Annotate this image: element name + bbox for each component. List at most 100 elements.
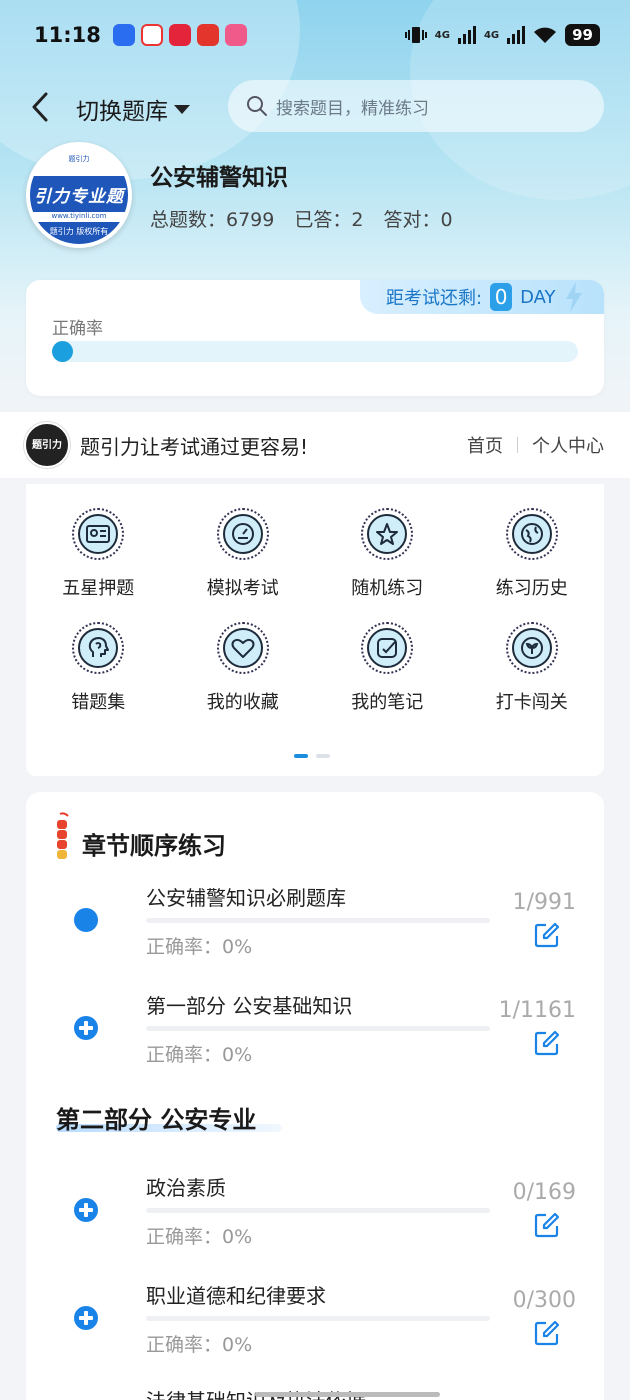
pager-dot-active[interactable] — [294, 754, 308, 758]
speedometer-icon — [222, 514, 263, 554]
edit-icon[interactable] — [534, 1212, 560, 1238]
signal-icon-2 — [507, 26, 526, 44]
bank-stats: 总题数：6799 已答：2 答对：0 — [150, 205, 453, 232]
logo-url: www.tiyinli.com — [51, 212, 107, 220]
brand-slogan: 题引力让考试通过更容易! — [80, 434, 309, 459]
feature-ring — [216, 508, 269, 560]
home-indicator[interactable] — [255, 1392, 440, 1397]
bank-title: 公安辅警知识 — [150, 165, 288, 191]
chapter-progress-bar — [146, 918, 490, 923]
edit-icon[interactable] — [534, 922, 560, 948]
battery-indicator: 99 — [565, 24, 600, 46]
feature-grid-card: 五星押题 模拟考试 随机练习 练习历史 错题集 我的收藏 我的笔记 打卡闯关 — [26, 484, 604, 776]
total-count: 总题数：6799 — [150, 209, 275, 231]
exam-countdown: 距考试还剩: 0 DAY — [360, 280, 604, 314]
grid-pager — [294, 754, 330, 758]
chapter-count: 0/300 — [512, 1288, 576, 1313]
countdown-label: 距考试还剩: — [386, 288, 483, 309]
profile-link[interactable]: 个人中心 — [532, 432, 604, 458]
chapter-name: 公安辅警知识必刷题库 — [146, 886, 346, 910]
chapter-accuracy: 正确率：0% — [146, 1226, 253, 1248]
feature-checkin[interactable]: 打卡闯关 — [460, 622, 605, 714]
switch-bank-label: 切换题库 — [76, 99, 168, 125]
edit-icon[interactable] — [534, 1320, 560, 1346]
feature-five-star[interactable]: 五星押题 — [26, 508, 171, 600]
chapter-title: 章节顺序练习 — [82, 832, 226, 860]
chapter-count: 0/169 — [512, 1180, 576, 1205]
feature-ring — [72, 508, 125, 560]
sprout-icon — [511, 628, 552, 668]
countdown-unit: DAY — [520, 286, 556, 308]
expand-plus-icon[interactable] — [74, 1306, 98, 1330]
app-icon-3 — [168, 24, 191, 46]
random-star-icon — [367, 514, 408, 554]
chapter-progress-bar — [146, 1208, 490, 1213]
accuracy-progress-track — [52, 341, 578, 362]
logo-header: 题引力 — [68, 155, 90, 163]
chapter-count: 1/991 — [512, 890, 576, 915]
feature-label: 模拟考试 — [206, 578, 279, 599]
edit-icon[interactable] — [534, 1030, 560, 1056]
chapter-name: 职业道德和纪律要求 — [146, 1284, 326, 1308]
feature-label: 我的笔记 — [351, 692, 424, 713]
feature-ring — [361, 508, 414, 560]
note-check-icon — [367, 628, 408, 668]
feature-ring — [72, 622, 125, 674]
status-time: 11:18 — [34, 23, 101, 47]
network-label-2: 4G — [483, 29, 500, 41]
feature-mock-exam[interactable]: 模拟考试 — [171, 508, 316, 600]
head-brain-icon — [78, 628, 119, 668]
chapter-progress-bar — [146, 1026, 490, 1031]
signal-icon-1 — [457, 26, 476, 44]
search-icon — [247, 96, 267, 116]
feature-label: 错题集 — [71, 692, 126, 713]
brand-links: 首页 个人中心 — [467, 432, 604, 458]
back-arrow-icon[interactable] — [28, 90, 52, 124]
chapter-accuracy: 正确率：0% — [146, 1044, 253, 1066]
feature-wrong-questions[interactable]: 错题集 — [26, 622, 171, 714]
search-input[interactable]: 搜索题目，精准练习 — [228, 80, 604, 132]
link-divider — [517, 437, 518, 453]
feature-notes[interactable]: 我的笔记 — [315, 622, 460, 714]
chapter-row[interactable]: 政治素质 正确率：0% 0/169 — [26, 1172, 604, 1272]
feature-ring — [505, 622, 558, 674]
expand-plus-icon[interactable] — [74, 1198, 98, 1222]
home-link[interactable]: 首页 — [467, 432, 503, 458]
brand-logo: 题引力 — [24, 422, 70, 468]
chapter-count: 1/1161 — [498, 998, 576, 1023]
chapter-row[interactable]: 职业道德和纪律要求 正确率：0% 0/300 — [26, 1280, 604, 1380]
globe-history-icon — [511, 514, 552, 554]
chapter-name: 政治素质 — [146, 1176, 226, 1200]
feature-grid: 五星押题 模拟考试 随机练习 练习历史 错题集 我的收藏 我的笔记 打卡闯关 — [26, 484, 604, 714]
id-card-icon — [78, 514, 119, 554]
brand-bar: 题引力 题引力让考试通过更容易! 首页 个人中心 — [0, 412, 630, 478]
chapter-row[interactable]: 公安辅警知识必刷题库 正确率：0% 1/991 — [26, 882, 604, 982]
logo-footer: 题引力 版权所有 — [30, 222, 128, 244]
wifi-icon — [534, 27, 557, 43]
feature-ring — [216, 622, 269, 674]
accuracy-card: 距考试还剩: 0 DAY 正确率 — [26, 280, 604, 396]
network-label-1: 4G — [434, 29, 450, 41]
feature-random-practice[interactable]: 随机练习 — [315, 508, 460, 600]
feature-label: 随机练习 — [351, 578, 424, 599]
app-icon-5 — [224, 24, 247, 46]
feature-history[interactable]: 练习历史 — [460, 508, 605, 600]
chapter-row[interactable]: 第一部分 公安基础知识 正确率：0% 1/1161 — [26, 990, 604, 1090]
pager-dot[interactable] — [316, 754, 330, 758]
chapter-dot-icon — [74, 908, 98, 932]
accuracy-label: 正确率 — [52, 319, 103, 339]
expand-plus-icon[interactable] — [74, 1016, 98, 1040]
switch-bank-button[interactable]: 切换题库 — [76, 92, 190, 126]
feature-ring — [505, 508, 558, 560]
feature-favorites[interactable]: 我的收藏 — [171, 622, 316, 714]
feature-label: 练习历史 — [495, 578, 568, 599]
status-bar: 11:18 4G 4G 99 — [34, 18, 600, 52]
lightning-icon — [565, 282, 582, 312]
section-title: 第二部分 公安专业 — [56, 1106, 257, 1134]
chapter-progress-bar — [146, 1316, 490, 1321]
accuracy-progress-dot — [52, 341, 73, 362]
app-icon-1 — [112, 24, 135, 46]
chapter-accuracy: 正确率：0% — [146, 1334, 253, 1356]
app-icon-2 — [140, 24, 163, 46]
logo-band-text: 引力专业题 — [30, 176, 128, 212]
